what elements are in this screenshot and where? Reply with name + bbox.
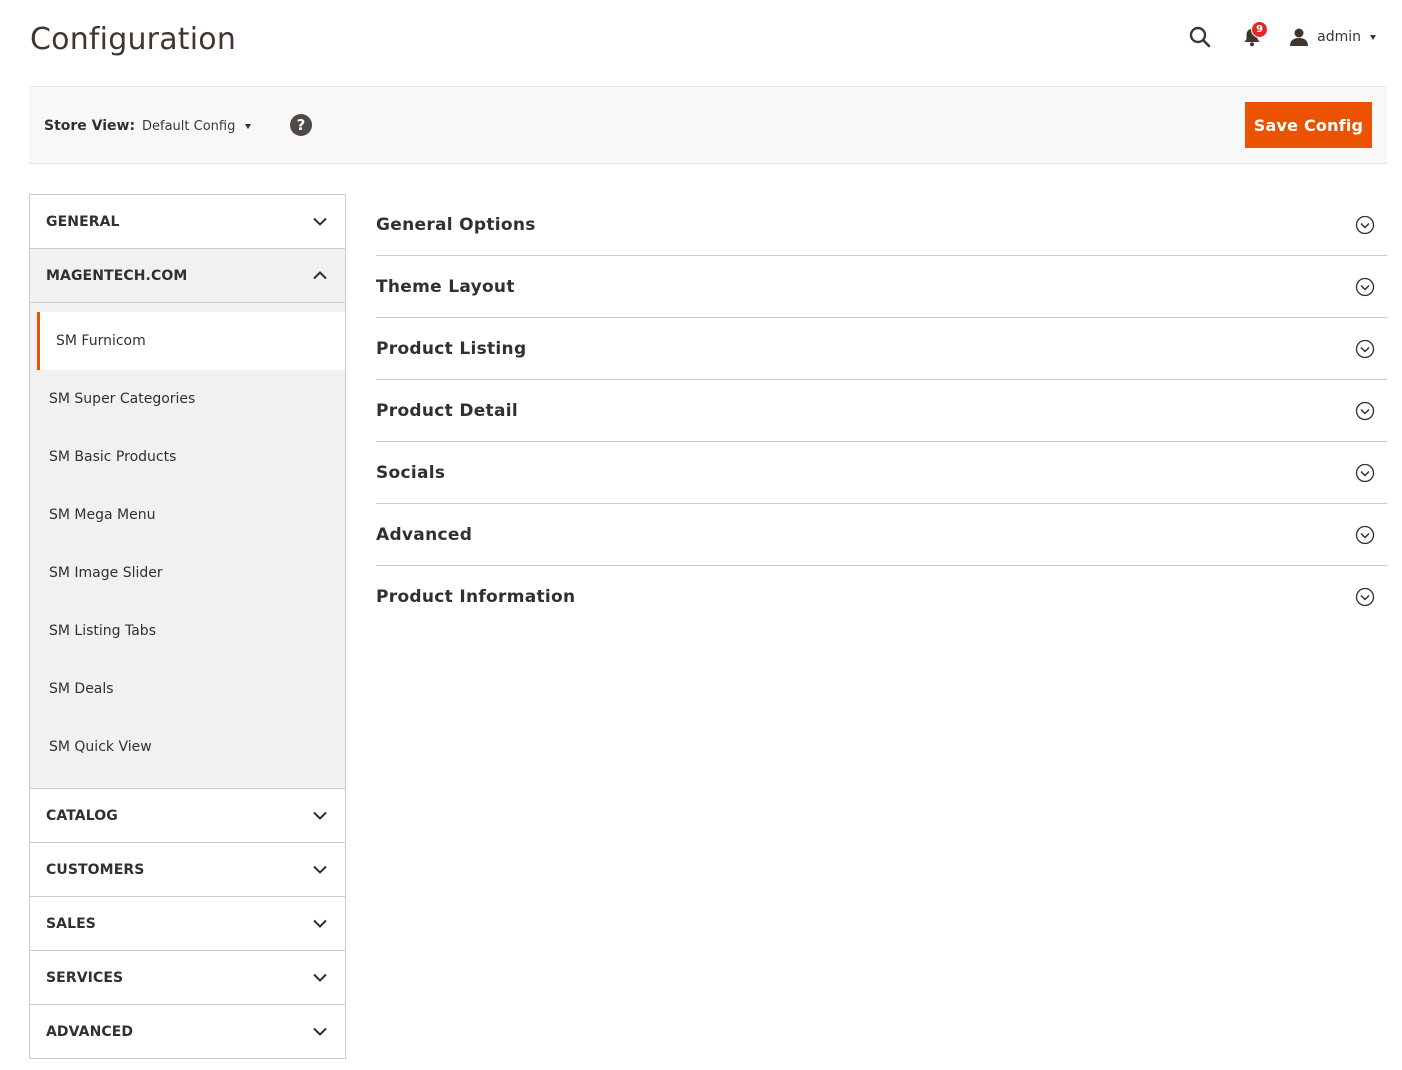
help-icon[interactable]: ? <box>290 114 312 136</box>
chevron-down-icon <box>311 1023 329 1041</box>
notifications-button[interactable]: 9 <box>1237 21 1269 52</box>
section-general-options[interactable]: General Options <box>376 194 1387 256</box>
config-sidebar: GENERAL MAGENTECH.COM SM Furnicom SM Sup… <box>29 194 346 1059</box>
sidebar-tab-services[interactable]: SERVICES <box>30 951 345 1005</box>
header-actions: 9 admin <box>1185 21 1376 52</box>
chevron-down-icon <box>311 861 329 879</box>
section-advanced[interactable]: Advanced <box>376 504 1387 566</box>
section-title: Socials <box>376 462 446 483</box>
save-config-button[interactable]: Save Config <box>1245 102 1372 148</box>
section-title: Product Information <box>376 587 576 607</box>
chevron-down-icon <box>311 213 329 231</box>
store-view-label: Store View: <box>44 118 136 134</box>
section-title: Product Listing <box>376 338 527 359</box>
sidebar-item-label: SM Mega Menu <box>49 507 156 523</box>
store-switcher-bar: Store View: Default Config ? Save Config <box>29 86 1387 164</box>
user-name: admin <box>1317 29 1361 45</box>
section-title: Theme Layout <box>376 276 515 297</box>
search-button[interactable] <box>1185 22 1215 52</box>
section-socials[interactable]: Socials <box>376 442 1387 504</box>
sidebar-tab-general[interactable]: GENERAL <box>30 195 345 249</box>
sidebar-tab-customers[interactable]: CUSTOMERS <box>30 843 345 897</box>
sidebar-item-label: SM Basic Products <box>49 449 177 465</box>
sidebar-tab-title: MAGENTECH.COM <box>46 267 188 284</box>
sidebar-item-sm-quick-view[interactable]: SM Quick View <box>30 718 345 776</box>
sidebar-item-sm-mega-menu[interactable]: SM Mega Menu <box>30 486 345 544</box>
sidebar-item-label: SM Image Slider <box>49 565 163 581</box>
store-view-dropdown[interactable]: Default Config <box>142 115 252 137</box>
chevron-down-icon <box>311 807 329 825</box>
section-title: Advanced <box>376 524 473 545</box>
expand-circle-icon <box>1355 401 1375 420</box>
sidebar-item-sm-basic-products[interactable]: SM Basic Products <box>30 428 345 486</box>
sidebar-tab-title: CUSTOMERS <box>46 861 145 878</box>
sidebar-item-label: SM Quick View <box>49 739 152 755</box>
chevron-down-icon <box>1370 34 1376 40</box>
chevron-down-icon <box>245 123 252 129</box>
sidebar-tab-advanced[interactable]: ADVANCED <box>30 1005 345 1059</box>
expand-circle-icon <box>1355 339 1375 358</box>
sidebar-item-label: SM Furnicom <box>56 333 146 349</box>
chevron-down-icon <box>311 969 329 987</box>
section-title: Product Detail <box>376 400 519 421</box>
sidebar-item-sm-super-categories[interactable]: SM Super Categories <box>30 370 345 428</box>
page-title: Configuration <box>30 22 237 57</box>
expand-circle-icon <box>1355 587 1375 607</box>
notifications-badge: 9 <box>1251 21 1269 38</box>
config-sections: General Options Theme Layout Product Lis… <box>376 194 1387 628</box>
sidebar-item-sm-listing-tabs[interactable]: SM Listing Tabs <box>30 602 345 660</box>
sidebar-tab-title: CATALOG <box>46 807 118 824</box>
expand-circle-icon <box>1355 463 1375 482</box>
chevron-up-icon <box>311 267 329 285</box>
sidebar-tab-title: ADVANCED <box>46 1023 134 1040</box>
user-icon <box>1290 28 1309 46</box>
chevron-down-icon <box>311 915 329 933</box>
expand-circle-icon <box>1355 525 1375 544</box>
expand-circle-icon <box>1355 277 1375 296</box>
sidebar-item-label: SM Deals <box>49 681 114 697</box>
sidebar-tab-title: SALES <box>46 915 96 932</box>
section-title: General Options <box>376 214 536 235</box>
sidebar-tab-catalog[interactable]: CATALOG <box>30 789 345 843</box>
magentech-submenu: SM Furnicom SM Super Categories SM Basic… <box>30 303 345 789</box>
admin-user-menu[interactable]: admin <box>1289 22 1376 52</box>
section-product-detail[interactable]: Product Detail <box>376 380 1387 442</box>
sidebar-item-sm-image-slider[interactable]: SM Image Slider <box>30 544 345 602</box>
sidebar-item-sm-furnicom[interactable]: SM Furnicom <box>37 312 345 370</box>
section-product-listing[interactable]: Product Listing <box>376 318 1387 380</box>
sidebar-item-sm-deals[interactable]: SM Deals <box>30 660 345 718</box>
sidebar-tab-sales[interactable]: SALES <box>30 897 345 951</box>
expand-circle-icon <box>1355 215 1375 234</box>
sidebar-tab-magentech[interactable]: MAGENTECH.COM <box>30 249 345 303</box>
sidebar-item-label: SM Listing Tabs <box>49 623 156 639</box>
sidebar-tab-title: GENERAL <box>46 213 120 230</box>
section-product-information[interactable]: Product Information <box>376 566 1387 628</box>
search-icon <box>1189 26 1211 48</box>
sidebar-tab-title: SERVICES <box>46 969 124 986</box>
sidebar-item-label: SM Super Categories <box>49 391 196 407</box>
store-view-value: Default Config <box>142 118 236 134</box>
section-theme-layout[interactable]: Theme Layout <box>376 256 1387 318</box>
